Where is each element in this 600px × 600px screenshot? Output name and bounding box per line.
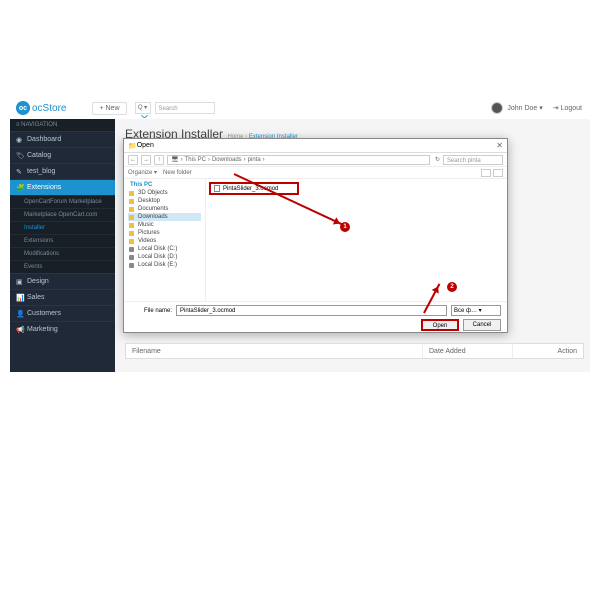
tree-downloads[interactable]: Downloads — [128, 213, 201, 221]
sidebar-sub-events[interactable]: Events — [10, 260, 115, 273]
sidebar-header: ≡ NAVIGATION — [10, 119, 115, 131]
col-filename[interactable]: Filename — [126, 344, 423, 358]
puzzle-icon: 🧩 — [16, 184, 23, 191]
cancel-button[interactable]: Cancel — [463, 319, 501, 331]
tree-documents[interactable]: Documents — [128, 205, 201, 213]
tree-diske[interactable]: Local Disk (E:) — [128, 261, 201, 269]
annotation-marker-1: 1 — [340, 222, 350, 232]
tree-3dobjects[interactable]: 3D Objects — [128, 189, 201, 197]
logo-text: ocStore — [32, 103, 66, 114]
file-open-dialog: 📁 Open ✕ ← → ↑ 🖥 › This PC › Downloads ›… — [123, 138, 508, 333]
sidebar-item-catalog[interactable]: 🏷Catalog — [10, 147, 115, 163]
filetype-select[interactable]: Все ф… ▾ — [451, 305, 501, 316]
user-menu[interactable]: John Doe ▾ — [507, 104, 542, 112]
logo-icon: oc — [16, 101, 30, 115]
user-icon: 👤 — [16, 310, 23, 317]
folder-icon: 📁 — [128, 142, 137, 150]
open-button[interactable]: Open — [421, 319, 459, 331]
tree-diskd[interactable]: Local Disk (D:) — [128, 253, 201, 261]
sidebar-sub-modifications[interactable]: Modifications — [10, 247, 115, 260]
help-button[interactable] — [493, 169, 503, 177]
refresh-icon[interactable]: ↻ — [435, 156, 440, 163]
file-icon — [214, 185, 220, 192]
sidebar-item-customers[interactable]: 👤Customers — [10, 305, 115, 321]
tree-desktop[interactable]: Desktop — [128, 197, 201, 205]
tree-thispc[interactable]: This PC — [128, 181, 201, 189]
tree-videos[interactable]: Videos — [128, 237, 201, 245]
tag-icon: 🏷 — [16, 152, 23, 159]
filename-input[interactable]: PintaSlider_3.ocmod — [176, 305, 447, 316]
sidebar-sub-installer[interactable]: Installer — [10, 221, 115, 234]
sidebar-item-marketing[interactable]: 📢Marketing — [10, 321, 115, 337]
sidebar: ≡ NAVIGATION ◉Dashboard 🏷Catalog ✎test_b… — [10, 119, 115, 372]
nav-back-button[interactable]: ← — [128, 155, 138, 165]
nav-up-button[interactable]: ↑ — [154, 155, 164, 165]
avatar[interactable] — [491, 102, 503, 114]
tree-diskc[interactable]: Local Disk (C:) — [128, 245, 201, 253]
sidebar-item-sales[interactable]: 📊Sales — [10, 289, 115, 305]
search-input[interactable]: Search — [155, 102, 215, 114]
newfolder-button[interactable]: New folder — [163, 170, 192, 176]
sidebar-sub-marketplace-forum[interactable]: OpenCartForum Marketplace — [10, 195, 115, 208]
table-header: Filename Date Added Action — [125, 343, 584, 359]
dashboard-icon: ◉ — [16, 136, 23, 143]
tree-music[interactable]: Music — [128, 221, 201, 229]
sidebar-item-dashboard[interactable]: ◉Dashboard — [10, 131, 115, 147]
tree-pictures[interactable]: Pictures — [128, 229, 201, 237]
file-list[interactable]: PintaSlider_3.ocmod — [206, 179, 507, 301]
sidebar-item-design[interactable]: ▣Design — [10, 273, 115, 289]
megaphone-icon: 📢 — [16, 326, 23, 333]
chart-icon: 📊 — [16, 294, 23, 301]
col-dateadded[interactable]: Date Added — [423, 344, 513, 358]
sidebar-sub-marketplace-oc[interactable]: Marketplace OpenCart.com — [10, 208, 115, 221]
filename-label: File name: — [130, 308, 172, 314]
nav-forward-button[interactable]: → — [141, 155, 151, 165]
organize-button[interactable]: Organize ▾ — [128, 169, 157, 176]
logout-link[interactable]: ⇥ Logout — [553, 104, 582, 112]
dialog-title: Open — [137, 142, 154, 149]
close-icon[interactable]: ✕ — [496, 141, 503, 150]
edit-icon: ✎ — [16, 168, 23, 175]
col-action: Action — [513, 344, 583, 358]
pc-icon: 🖥 — [171, 155, 179, 165]
path-bar[interactable]: 🖥 › This PC › Downloads › pinta › — [167, 155, 430, 165]
design-icon: ▣ — [16, 278, 23, 285]
quick-search-button[interactable]: Q ▾ — [135, 102, 151, 114]
folder-tree: This PC 3D Objects Desktop Documents Dow… — [124, 179, 206, 301]
annotation-marker-2: 2 — [447, 282, 457, 292]
view-button[interactable] — [481, 169, 491, 177]
dialog-search-input[interactable]: Search pinta — [443, 155, 503, 165]
sidebar-item-testblog[interactable]: ✎test_blog — [10, 163, 115, 179]
logo: oc ocStore — [16, 101, 66, 115]
sidebar-sub-extensions[interactable]: Extensions — [10, 234, 115, 247]
new-button[interactable]: + New — [92, 102, 126, 115]
sidebar-item-extensions[interactable]: 🧩Extensions — [10, 179, 115, 195]
